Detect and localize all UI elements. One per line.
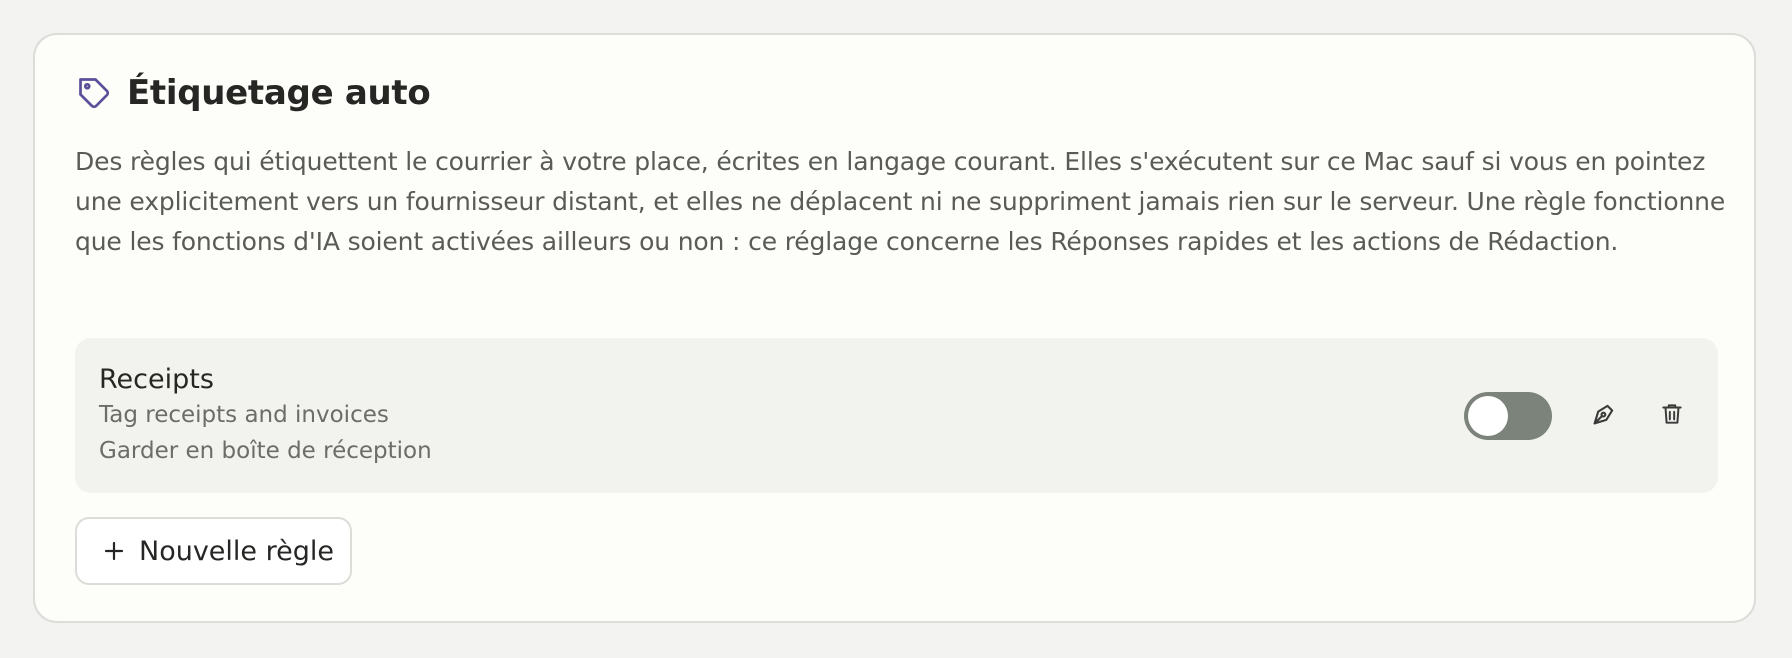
rule-description: Tag receipts and invoices [99,402,389,428]
auto-labeling-card: Étiquetage auto Des règles qui étiquette… [33,33,1756,623]
tag-icon [75,74,113,112]
pen-icon [1590,400,1618,432]
rule-row: Receipts Tag receipts and invoices Garde… [75,338,1718,493]
rule-enabled-toggle[interactable] [1464,392,1552,440]
edit-rule-button[interactable] [1586,398,1622,434]
toggle-knob [1468,396,1508,436]
section-header: Étiquetage auto [75,73,431,113]
new-rule-button[interactable]: Nouvelle règle [75,517,352,585]
plus-icon [103,540,125,562]
trash-icon [1659,400,1685,432]
rule-name: Receipts [99,364,214,395]
section-title: Étiquetage auto [127,73,431,113]
rule-action: Garder en boîte de réception [99,438,432,464]
delete-rule-button[interactable] [1654,398,1690,434]
section-description: Des règles qui étiquettent le courrier à… [75,147,1726,256]
new-rule-label: Nouvelle règle [139,535,334,567]
